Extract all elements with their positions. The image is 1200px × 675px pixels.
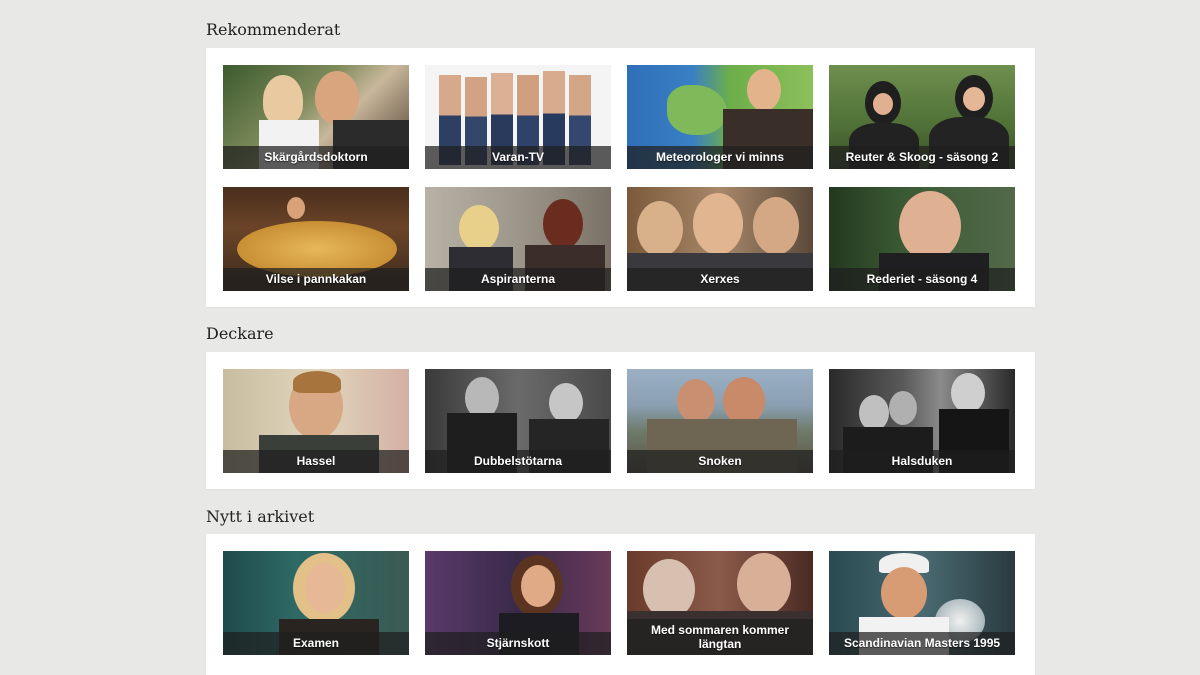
section-title-rekommenderat: Rekommenderat bbox=[206, 20, 341, 39]
program-title: Skärgårdsdoktorn bbox=[223, 146, 409, 169]
section-panel-nytt-i-arkivet: Examen Stjärnskott Med sommaren kommer l… bbox=[206, 534, 1035, 675]
program-tile-xerxes[interactable]: Xerxes bbox=[627, 187, 813, 291]
program-tile-med-sommaren-kommer-langtan[interactable]: Med sommaren kommer längtan bbox=[627, 551, 813, 655]
program-tile-varan-tv[interactable]: Varan-TV bbox=[425, 65, 611, 169]
program-tile-rederiet[interactable]: Rederiet - säsong 4 bbox=[829, 187, 1015, 291]
program-tile-scandinavian-masters-1995[interactable]: Scandinavian Masters 1995 bbox=[829, 551, 1015, 655]
program-title: Varan-TV bbox=[425, 146, 611, 169]
program-title: Rederiet - säsong 4 bbox=[829, 268, 1015, 291]
program-title: Halsduken bbox=[829, 450, 1015, 473]
program-title: Aspiranterna bbox=[425, 268, 611, 291]
program-title: Dubbelstötarna bbox=[425, 450, 611, 473]
program-title: Hassel bbox=[223, 450, 409, 473]
program-tile-hassel[interactable]: Hassel bbox=[223, 369, 409, 473]
program-title: Xerxes bbox=[627, 268, 813, 291]
program-tile-vilse-i-pannkakan[interactable]: Vilse i pannkakan bbox=[223, 187, 409, 291]
section-title-nytt-i-arkivet: Nytt i arkivet bbox=[206, 507, 315, 526]
program-title: Meteorologer vi minns bbox=[627, 146, 813, 169]
section-panel-rekommenderat: Skärgårdsdoktorn Varan-TV Meteorologer v… bbox=[206, 48, 1035, 307]
program-tile-reuter-skoog[interactable]: Reuter & Skoog - säsong 2 bbox=[829, 65, 1015, 169]
program-title: Examen bbox=[223, 632, 409, 655]
program-tile-skargardsdoktorn[interactable]: Skärgårdsdoktorn bbox=[223, 65, 409, 169]
program-tile-examen[interactable]: Examen bbox=[223, 551, 409, 655]
program-tile-stjarnskott[interactable]: Stjärnskott bbox=[425, 551, 611, 655]
archive-page: { "sections": [ { "title": "Rekommendera… bbox=[0, 0, 1200, 675]
program-tile-halsduken[interactable]: Halsduken bbox=[829, 369, 1015, 473]
program-title: Med sommaren kommer längtan bbox=[627, 619, 813, 655]
section-title-deckare: Deckare bbox=[206, 324, 274, 343]
program-title: Reuter & Skoog - säsong 2 bbox=[829, 146, 1015, 169]
program-tile-dubbelstotarna[interactable]: Dubbelstötarna bbox=[425, 369, 611, 473]
program-tile-aspiranterna[interactable]: Aspiranterna bbox=[425, 187, 611, 291]
program-title: Stjärnskott bbox=[425, 632, 611, 655]
program-title: Vilse i pannkakan bbox=[223, 268, 409, 291]
program-tile-meteorologer-vi-minns[interactable]: Meteorologer vi minns bbox=[627, 65, 813, 169]
program-tile-snoken[interactable]: Snoken bbox=[627, 369, 813, 473]
program-title: Snoken bbox=[627, 450, 813, 473]
section-panel-deckare: Hassel Dubbelstötarna Snoken Halsduken bbox=[206, 352, 1035, 489]
program-title: Scandinavian Masters 1995 bbox=[829, 632, 1015, 655]
